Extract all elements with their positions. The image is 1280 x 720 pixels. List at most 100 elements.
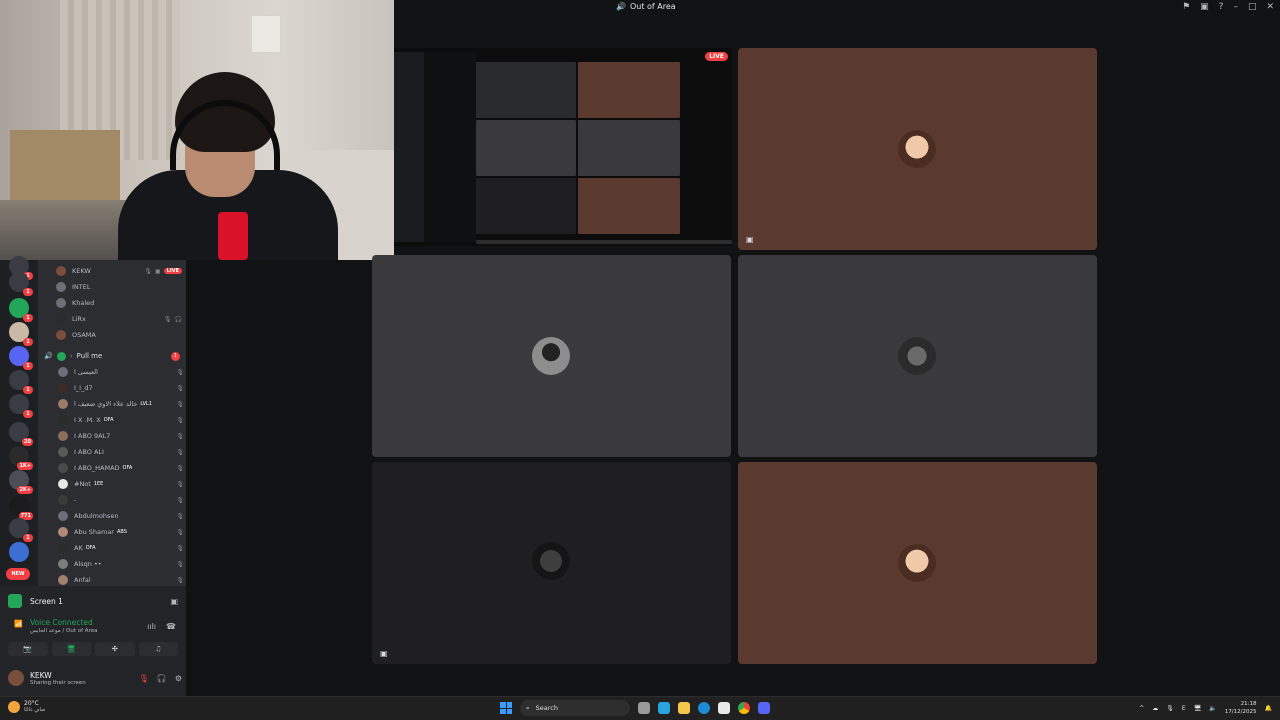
server-icon[interactable]: 1 <box>9 370 33 394</box>
server-tag: LVL1 <box>140 401 152 407</box>
mute-icon: 🎙 <box>176 384 184 392</box>
voice-member[interactable]: I X .M. X OFA 🎙 <box>58 413 184 427</box>
video-tile[interactable]: ▣ <box>372 462 731 664</box>
task-view-icon[interactable] <box>638 702 650 714</box>
language-indicator[interactable]: E <box>1182 705 1186 712</box>
shared-mini-tile <box>578 120 680 176</box>
voice-member[interactable]: Anfal 🎙 <box>58 573 184 586</box>
video-tile[interactable] <box>372 255 731 457</box>
video-tile[interactable] <box>738 462 1097 664</box>
voice-member[interactable]: I ABO 9AL7 🎙 <box>58 429 184 443</box>
screen-share-icon: ▣ <box>746 235 754 244</box>
server-icon[interactable] <box>9 542 29 562</box>
copilot-icon[interactable] <box>658 702 670 714</box>
voice-member[interactable]: #Not 1EE 🎙 <box>58 477 184 491</box>
server-icon[interactable]: 20 <box>9 422 33 446</box>
server-icon[interactable]: 771 <box>9 496 33 520</box>
chevron-up-icon[interactable]: ^ <box>1139 705 1144 712</box>
camera-button[interactable]: 📷 <box>8 642 48 656</box>
channel-name: Pull me <box>76 352 103 360</box>
server-icon[interactable]: 1 <box>9 298 33 322</box>
weather-widget[interactable]: 20°C صافٍ غالبًا <box>8 700 45 713</box>
member-name: Abu Shamar <box>74 528 114 536</box>
help-icon[interactable]: ? <box>1219 2 1224 12</box>
chrome-icon[interactable] <box>738 702 750 714</box>
member-name: العيسى ا <box>74 368 98 376</box>
avatar <box>58 447 68 457</box>
clock[interactable]: 21:18 17/12/2025 <box>1225 700 1257 716</box>
screen-share-row[interactable]: Screen 1 ▣ <box>8 590 178 612</box>
disconnect-icon[interactable]: ☎ <box>166 622 176 631</box>
screen-share-button[interactable]: 🖥 <box>51 642 91 656</box>
video-tile[interactable] <box>738 255 1097 457</box>
channel-count-badge: 1 <box>171 351 180 361</box>
server-icon[interactable]: 1 <box>9 518 33 542</box>
voice-member[interactable]: KEKW 🎙 ▣ LIVE <box>56 264 182 278</box>
voice-member[interactable]: I ABO_HAMAD OFA 🎙 <box>58 461 184 475</box>
voice-member[interactable]: خالد علاء الاوي ضعيف ا LVL1 🎙 <box>58 397 184 411</box>
user-avatar[interactable] <box>8 670 24 686</box>
cloud-icon[interactable]: ☁ <box>1152 705 1158 712</box>
voice-member[interactable]: I ABO ALI 🎙 <box>58 445 184 459</box>
video-tile[interactable]: ▣ <box>738 48 1097 250</box>
shared-discord-sidebar <box>394 52 424 242</box>
voice-member[interactable]: I_I_d7 🎙 <box>58 381 184 395</box>
voice-member[interactable]: Alsqn •• 🎙 <box>58 557 184 571</box>
participant-avatar <box>898 544 936 582</box>
voice-member[interactable]: العيسى ا 🎙 <box>58 365 184 379</box>
volume-icon[interactable]: 🔈 <box>1209 705 1216 712</box>
soundboard-button[interactable]: ♫ <box>138 642 178 656</box>
chevron-icon: › <box>69 352 73 360</box>
member-name: KEKW <box>72 267 91 275</box>
avatar <box>58 511 68 521</box>
voice-member[interactable]: LiRx 🎙 🎧 <box>56 312 182 326</box>
shared-mini-tile <box>578 178 680 234</box>
start-button[interactable] <box>500 702 512 714</box>
live-badge: LIVE <box>163 268 182 274</box>
voice-member[interactable]: OSAMA <box>56 328 182 342</box>
voice-actions: ıılı ☎ <box>147 622 176 631</box>
server-icon[interactable]: 2K+ <box>9 470 33 494</box>
voice-channel-pull-me[interactable]: 🔊 › Pull me 1 <box>44 349 184 363</box>
server-icon[interactable]: 1K+ <box>9 446 33 470</box>
screen-share-label: Screen 1 <box>30 596 63 606</box>
mute-microphone-icon[interactable]: 🎙 <box>139 674 149 683</box>
server-icon[interactable]: 1 <box>9 272 33 296</box>
voice-member[interactable]: INTEL <box>56 280 182 294</box>
shared-channel-list <box>424 52 476 242</box>
noise-suppression-icon[interactable]: ıılı <box>147 622 156 631</box>
notification-bell-icon[interactable]: 🔔 <box>1265 705 1272 712</box>
inbox-icon[interactable]: ⚑ <box>1182 2 1190 12</box>
network-icon[interactable]: 🖥 <box>1194 705 1202 712</box>
close-button[interactable]: ✕ <box>1266 2 1274 12</box>
voice-member[interactable]: Abdulmohsen 🎙 <box>58 509 184 523</box>
stop-stream-icon[interactable]: ▣ <box>170 597 178 606</box>
deafen-icon[interactable]: 🎧 <box>157 674 167 683</box>
voice-member[interactable]: AK OFA 🎙 <box>58 541 184 555</box>
mute-icon: 🎙 <box>176 512 184 520</box>
taskbar-search[interactable]: ⌕ Search <box>520 700 630 716</box>
activities-button[interactable]: ✣ <box>95 642 135 656</box>
maximize-button[interactable]: □ <box>1248 2 1257 12</box>
notepad-icon[interactable] <box>718 702 730 714</box>
server-icon[interactable]: 1 <box>9 322 33 346</box>
voice-member[interactable]: Abu Shamar ABS 🎙 <box>58 525 184 539</box>
participant-avatar <box>898 130 936 168</box>
minimize-button[interactable]: – <box>1233 2 1238 12</box>
microphone-icon[interactable]: 🎙 <box>1166 705 1174 712</box>
file-explorer-icon[interactable] <box>678 702 690 714</box>
voice-member[interactable]: Khaled <box>56 296 182 310</box>
voice-member[interactable]: - 🎙 <box>58 493 184 507</box>
avatar <box>58 415 68 425</box>
shared-screen-tile[interactable]: LIVE <box>394 48 732 246</box>
mute-icon: 🎙 <box>176 400 184 408</box>
member-name: #Not <box>74 480 91 488</box>
edge-icon[interactable] <box>698 702 710 714</box>
discord-server-icon[interactable]: 1 <box>9 346 33 370</box>
settings-gear-icon[interactable]: ⚙ <box>175 674 182 683</box>
discord-icon[interactable] <box>758 702 770 714</box>
new-servers-pill[interactable]: NEW <box>6 568 30 580</box>
server-icon[interactable]: 1 <box>9 394 33 418</box>
shared-mini-tile <box>476 120 576 176</box>
screen-icon[interactable]: ▣ <box>1200 2 1209 12</box>
